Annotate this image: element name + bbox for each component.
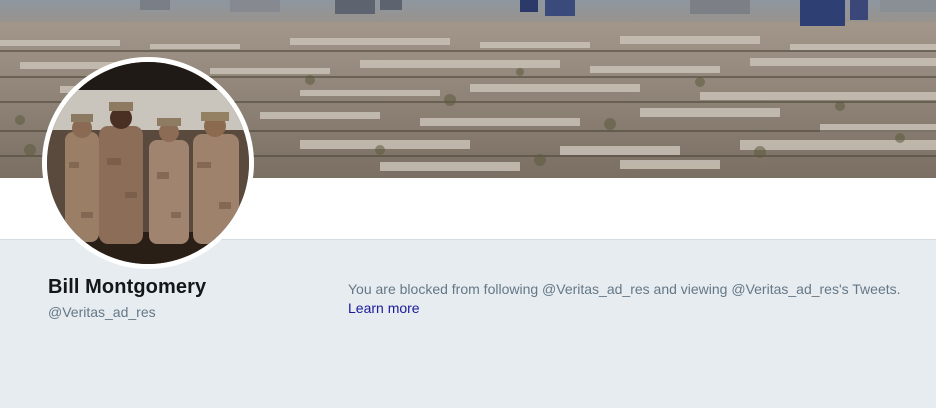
learn-more-link[interactable]: Learn more: [348, 299, 918, 318]
blocked-notice-text: You are blocked from following @Veritas_…: [348, 281, 901, 297]
profile-avatar[interactable]: [42, 57, 254, 269]
blocked-notice: You are blocked from following @Veritas_…: [348, 280, 918, 318]
profile-handle: @Veritas_ad_res: [48, 304, 156, 320]
soldiers-photo-image: [47, 62, 249, 264]
avatar-photo: [47, 62, 249, 264]
profile-page: Bill Montgomery @Veritas_ad_res You are …: [0, 0, 936, 408]
profile-display-name[interactable]: Bill Montgomery: [48, 276, 206, 299]
